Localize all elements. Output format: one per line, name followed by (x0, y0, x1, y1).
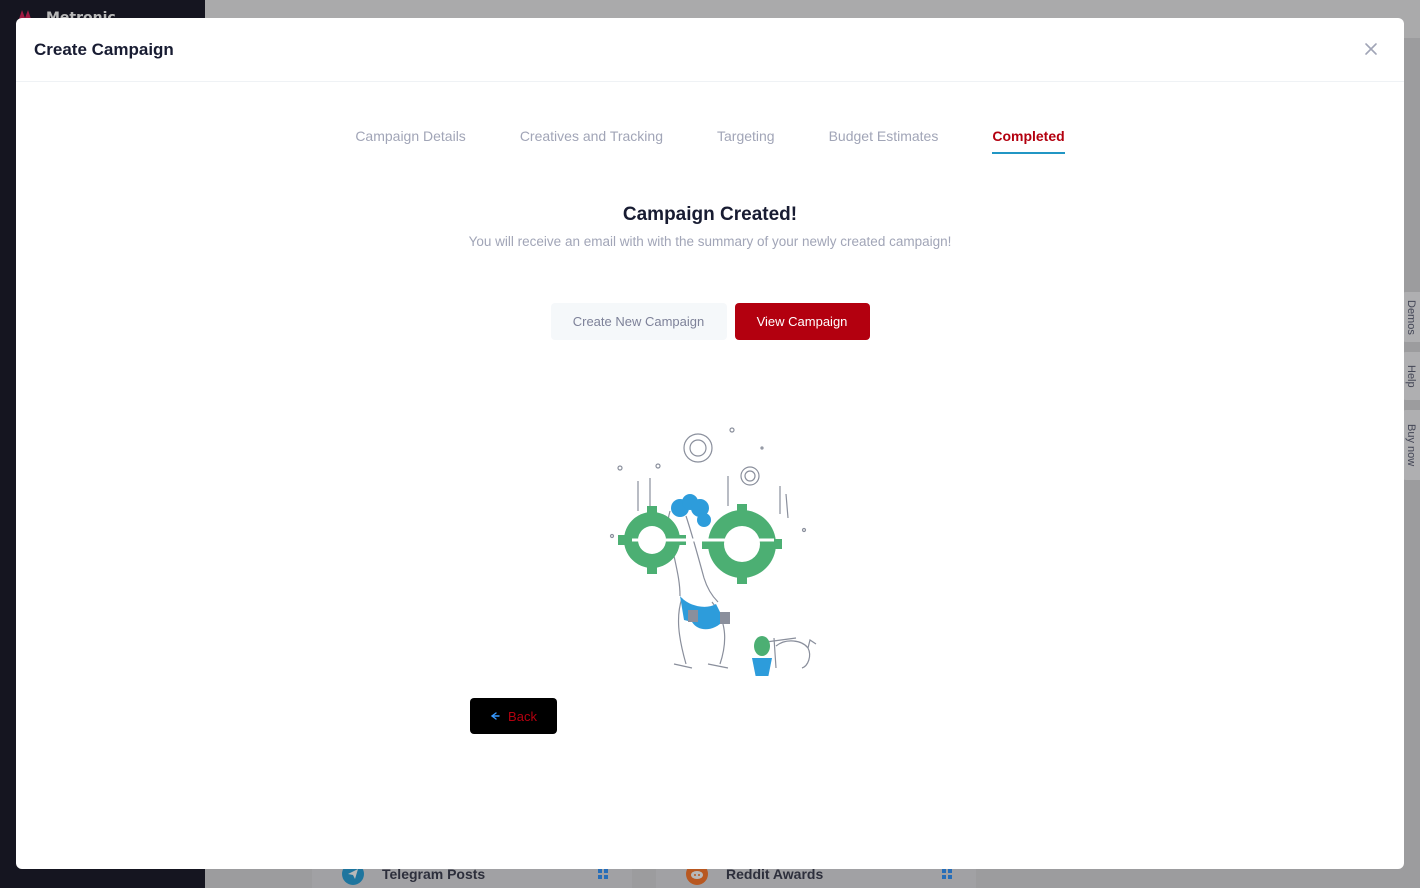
close-icon[interactable] (1362, 40, 1380, 58)
step-budget-estimates[interactable]: Budget Estimates (829, 128, 939, 154)
arrow-left-icon (490, 712, 500, 720)
stepper: Campaign Details Creatives and Tracking … (16, 128, 1404, 154)
back-button-label: Back (508, 708, 537, 724)
back-button[interactable]: Back (470, 698, 557, 734)
person-lifting-gears-illustration (609, 427, 817, 676)
step-completed[interactable]: Completed (992, 128, 1065, 154)
step-campaign-details[interactable]: Campaign Details (355, 128, 466, 154)
modal-header: Create Campaign (16, 18, 1404, 82)
completed-message: You will receive an email with with the … (468, 234, 952, 249)
view-campaign-button[interactable]: View Campaign (734, 303, 870, 340)
completed-headline: Campaign Created! (622, 204, 798, 225)
create-campaign-modal: Create Campaign Campaign Details Creativ… (16, 18, 1404, 869)
modal-title: Create Campaign (34, 39, 174, 59)
step-targeting[interactable]: Targeting (717, 128, 775, 154)
step-creatives-and-tracking[interactable]: Creatives and Tracking (520, 128, 663, 154)
completed-actions: Create New Campaign View Campaign (16, 303, 1404, 340)
create-new-campaign-button[interactable]: Create New Campaign (550, 303, 727, 340)
